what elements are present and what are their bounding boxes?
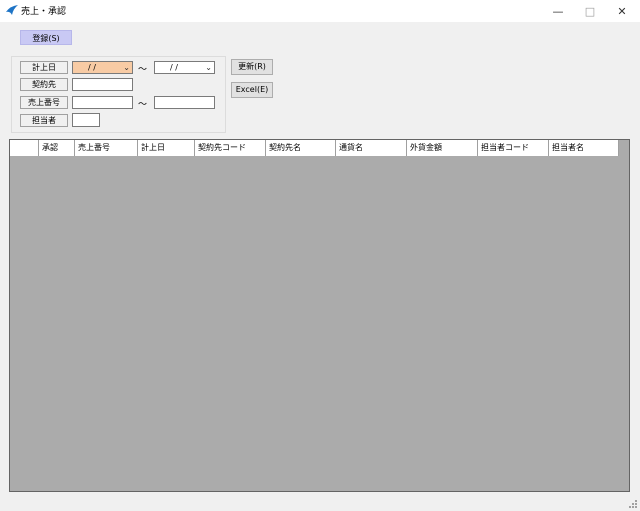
column-header-currency[interactable]: 通貨名 bbox=[336, 140, 407, 156]
column-header-foreign-amount[interactable]: 外貨金額 bbox=[407, 140, 478, 156]
date-from-value: / / bbox=[88, 63, 96, 72]
sales-number-range-separator: ～ bbox=[138, 100, 148, 110]
column-header-contractor-code[interactable]: 契約先コード bbox=[195, 140, 266, 156]
register-button[interactable]: 登録(S) bbox=[20, 30, 72, 45]
column-header-row-selector[interactable] bbox=[10, 140, 39, 156]
title-bar: 売上・承認 — □ ✕ bbox=[0, 0, 640, 22]
chevron-down-icon[interactable]: ⌄ bbox=[123, 62, 130, 73]
person-field[interactable] bbox=[72, 113, 100, 127]
chevron-down-icon[interactable]: ⌄ bbox=[205, 62, 212, 73]
app-icon bbox=[6, 5, 18, 15]
column-header-person-code[interactable]: 担当者コード bbox=[478, 140, 549, 156]
date-to-value: / / bbox=[170, 63, 178, 72]
column-header-approval[interactable]: 承認 bbox=[39, 140, 75, 156]
column-header-date[interactable]: 計上日 bbox=[138, 140, 195, 156]
person-label: 担当者 bbox=[20, 114, 68, 127]
column-header-person-name[interactable]: 担当者名 bbox=[549, 140, 619, 156]
sales-number-to-field[interactable] bbox=[154, 96, 215, 109]
date-label: 計上日 bbox=[20, 61, 68, 74]
resize-grip-icon[interactable] bbox=[629, 500, 637, 508]
sales-number-label: 売上番号 bbox=[20, 96, 68, 109]
date-from-picker[interactable]: / / ⌄ bbox=[72, 61, 133, 74]
sales-grid[interactable]: 承認 売上番号 計上日 契約先コード 契約先名 通貨名 外貨金額 担当者コード … bbox=[9, 139, 630, 492]
contractor-label: 契約先 bbox=[20, 78, 68, 91]
column-header-contractor-name[interactable]: 契約先名 bbox=[266, 140, 336, 156]
date-to-picker[interactable]: / / ⌄ bbox=[154, 61, 215, 74]
close-button[interactable]: ✕ bbox=[606, 0, 638, 22]
date-range-separator: ～ bbox=[138, 65, 148, 75]
excel-button[interactable]: Excel(E) bbox=[231, 82, 273, 98]
contractor-field[interactable] bbox=[72, 78, 133, 91]
refresh-button[interactable]: 更新(R) bbox=[231, 59, 273, 75]
sales-number-from-field[interactable] bbox=[72, 96, 133, 109]
column-header-sales-number[interactable]: 売上番号 bbox=[75, 140, 138, 156]
maximize-button[interactable]: □ bbox=[574, 0, 606, 22]
grid-header: 承認 売上番号 計上日 契約先コード 契約先名 通貨名 外貨金額 担当者コード … bbox=[10, 140, 619, 156]
window-title: 売上・承認 bbox=[21, 7, 67, 17]
minimize-button[interactable]: — bbox=[542, 0, 574, 22]
